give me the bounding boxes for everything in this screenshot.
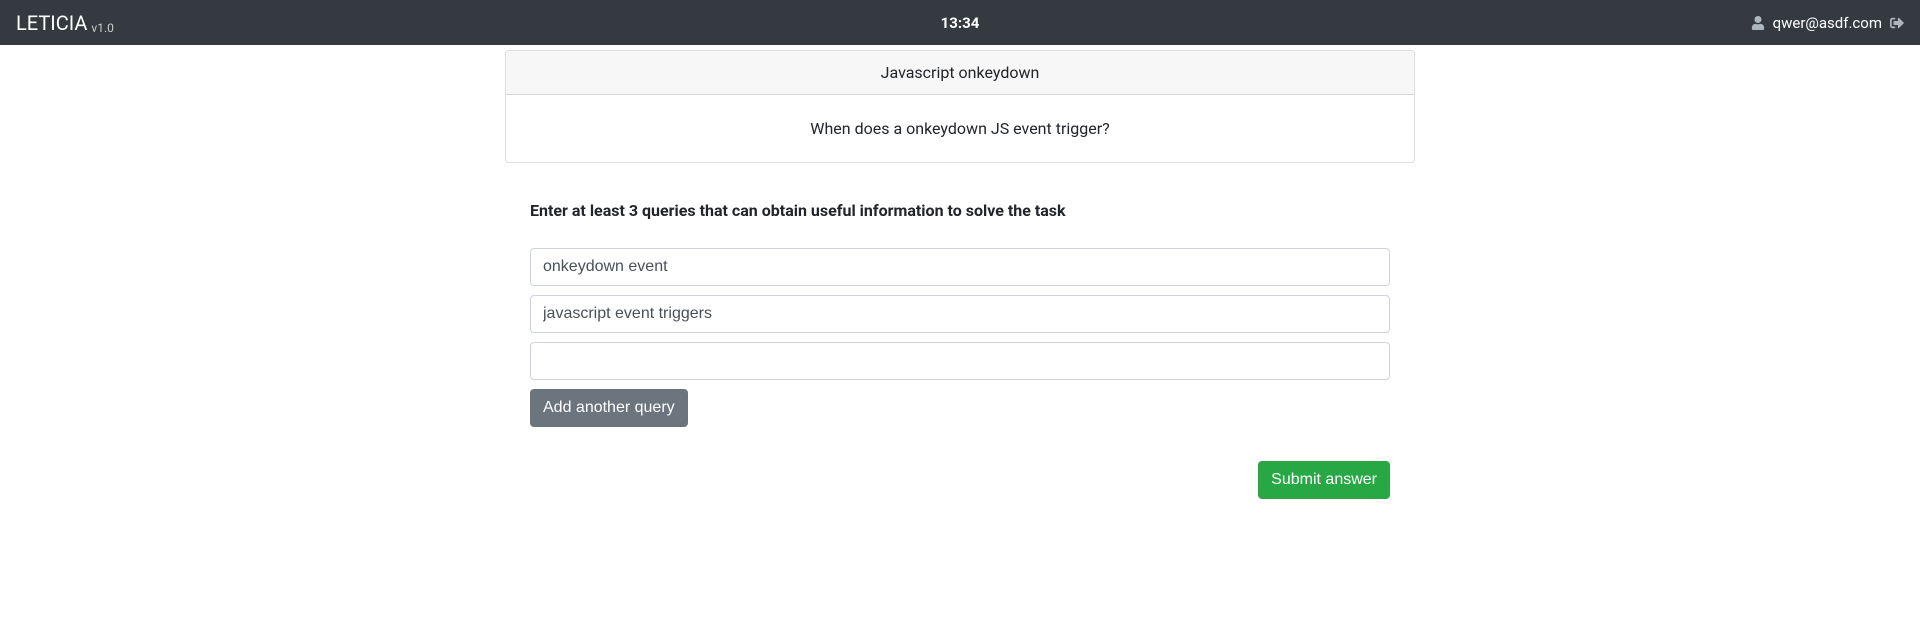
user-icon (1751, 16, 1765, 30)
submit-row: Submit answer (530, 461, 1390, 499)
brand-version: v1.0 (91, 21, 113, 35)
brand-name: LETICIA (16, 11, 87, 35)
main-container: Javascript onkeydown When does a onkeydo… (505, 45, 1415, 499)
add-button-row: Add another query (530, 389, 1390, 427)
add-query-button[interactable]: Add another query (530, 389, 688, 427)
navbar: LETICIA v1.0 13:34 qwer@asdf.com (0, 0, 1920, 45)
navbar-user: qwer@asdf.com (1751, 14, 1904, 32)
query-input-3[interactable] (530, 342, 1390, 380)
query-form: Enter at least 3 queries that can obtain… (505, 201, 1415, 499)
submit-answer-button[interactable]: Submit answer (1258, 461, 1390, 499)
query-input-1[interactable] (530, 248, 1390, 286)
query-input-2[interactable] (530, 295, 1390, 333)
task-title: Javascript onkeydown (506, 51, 1414, 95)
navbar-brand[interactable]: LETICIA v1.0 (16, 11, 114, 35)
task-question: When does a onkeydown JS event trigger? (506, 95, 1414, 162)
navbar-time: 13:34 (941, 14, 980, 32)
logout-icon[interactable] (1890, 16, 1904, 30)
user-email[interactable]: qwer@asdf.com (1773, 14, 1882, 32)
task-card: Javascript onkeydown When does a onkeydo… (505, 50, 1415, 163)
form-instruction: Enter at least 3 queries that can obtain… (530, 201, 1390, 220)
